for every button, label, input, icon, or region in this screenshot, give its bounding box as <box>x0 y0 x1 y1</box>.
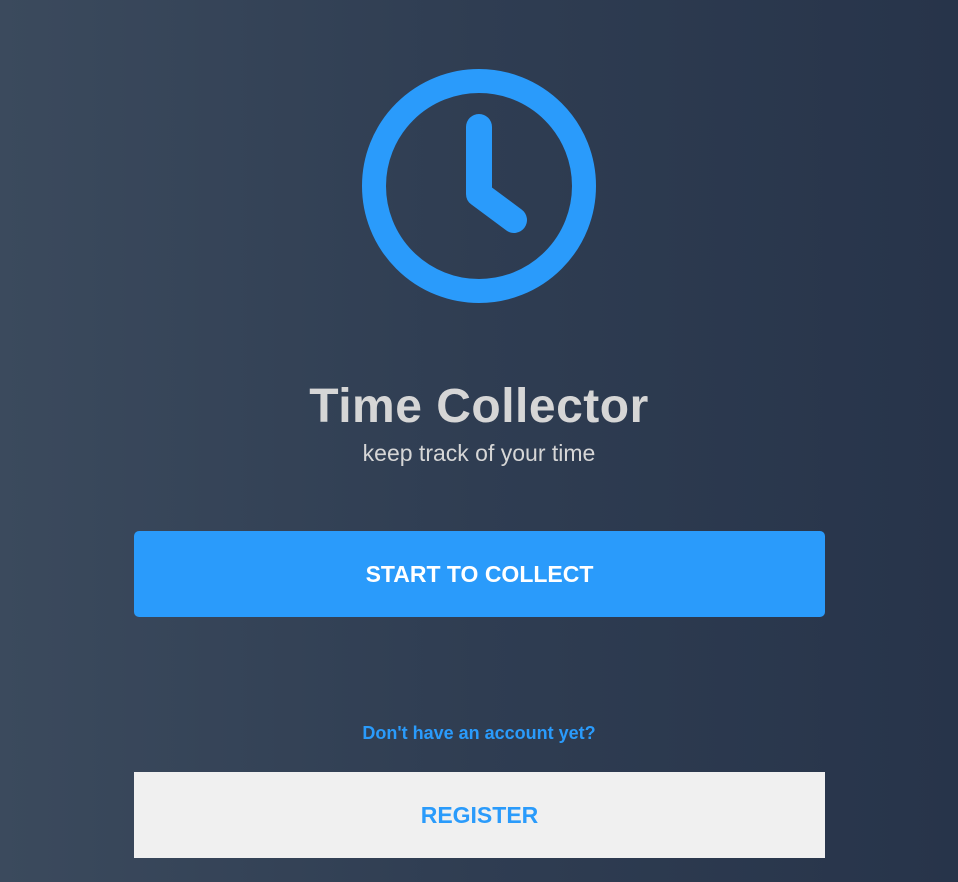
clock-icon <box>362 69 596 303</box>
account-prompt-link[interactable]: Don't have an account yet? <box>0 721 958 745</box>
logo <box>362 69 596 303</box>
app-subtitle: keep track of your time <box>362 440 596 466</box>
register-button[interactable]: REGISTER <box>134 772 825 858</box>
start-to-collect-button[interactable]: START TO COLLECT <box>134 531 825 617</box>
app-title: Time Collector <box>309 380 649 433</box>
